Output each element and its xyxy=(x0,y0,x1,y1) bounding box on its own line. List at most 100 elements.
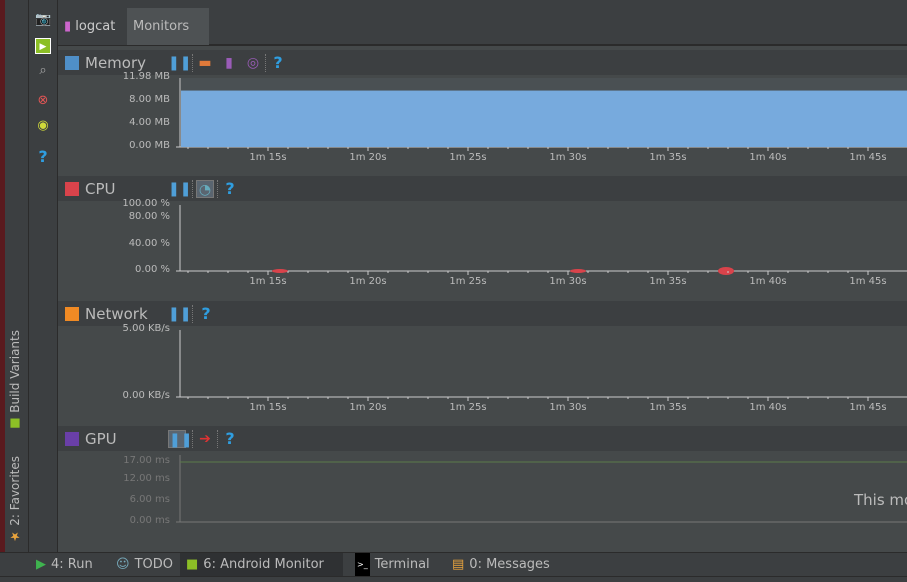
android-icon: ■ xyxy=(186,557,199,572)
x-tick-label: 1m 20s xyxy=(349,152,387,163)
tab-bar: ▮ logcat Monitors →• xyxy=(58,8,907,70)
tool-window-bar: ▶ 4: Run ☺ TODO ■ 6: Android Monitor >_ Term… xyxy=(0,552,907,576)
logcat-icon: ▮ xyxy=(64,19,72,34)
gpu-chart xyxy=(176,455,907,523)
allocation-tracker-icon[interactable]: ◎ xyxy=(244,54,262,72)
terminal-icon: >_ xyxy=(355,553,370,576)
help-icon[interactable]: ? xyxy=(35,149,51,165)
help-icon[interactable]: ? xyxy=(221,180,239,198)
x-tick-label: 1m 40s xyxy=(749,276,787,287)
build-variants-tab[interactable]: ■ Build Variants xyxy=(8,330,22,431)
terminate-app-icon[interactable]: ⊗ xyxy=(35,93,51,109)
tab-label: Monitors xyxy=(133,19,190,34)
gpu-title: GPU xyxy=(85,429,117,448)
network-title: Network xyxy=(85,304,148,323)
divider xyxy=(192,180,193,198)
gpu-icon xyxy=(65,431,79,446)
messages-icon: ▤ xyxy=(452,557,465,572)
cpu-icon xyxy=(65,181,79,196)
x-tick-label: 1m 25s xyxy=(449,152,487,163)
bottom-tab-run[interactable]: ▶ 4: Run xyxy=(30,553,99,576)
y-tick-label: 11.98 MB xyxy=(122,71,170,82)
tab-label: 4: Run xyxy=(51,557,93,572)
network-header: Network ❚❚? xyxy=(58,301,907,326)
y-tick-label: 0.00 % xyxy=(135,264,170,275)
y-tick-label: 12.00 ms xyxy=(123,472,170,484)
status-bar xyxy=(0,576,907,582)
y-tick-label: 17.00 ms xyxy=(123,455,170,466)
bottom-tab-todo[interactable]: ☺ TODO xyxy=(110,553,179,576)
cpu-title: CPU xyxy=(85,179,116,198)
x-tick-label: 1m 45s xyxy=(849,402,887,413)
divider xyxy=(192,54,193,72)
x-tick-label: 1m 25s xyxy=(449,402,487,413)
build-variants-label: Build Variants xyxy=(8,330,22,413)
x-tick-label: 1m 35s xyxy=(649,276,687,287)
x-tick-label: 1m 40s xyxy=(749,402,787,413)
tab-label: Terminal xyxy=(374,557,430,572)
gpu-toggle-icon[interactable]: ➔ xyxy=(196,430,214,448)
layout-inspector-icon[interactable]: ◉ xyxy=(35,118,51,134)
x-tick-label: 1m 40s xyxy=(749,152,787,163)
tab-monitors[interactable]: Monitors →• xyxy=(127,8,209,70)
tab-label: 6: Android Monitor xyxy=(203,557,324,572)
y-tick-label: 0.00 MB xyxy=(129,140,170,151)
x-tick-label: 1m 30s xyxy=(549,276,587,287)
memory-title: Memory xyxy=(85,53,147,72)
y-tick-label: 40.00 % xyxy=(128,237,170,249)
cpu-usage-mark xyxy=(570,269,586,273)
y-tick-label: 80.00 % xyxy=(128,211,170,223)
cpu-header: CPU ❚❚ ◔? xyxy=(58,176,907,201)
screen-record-icon[interactable]: ▶ xyxy=(35,38,51,54)
pause-icon[interactable]: ❚❚ xyxy=(168,305,191,323)
todo-icon: ☺ xyxy=(116,557,130,572)
help-icon[interactable]: ? xyxy=(221,430,239,448)
run-icon: ▶ xyxy=(36,557,46,572)
favorites-tab[interactable]: ★ 2: Favorites xyxy=(8,456,22,544)
x-tick-label: 1m 30s xyxy=(549,152,587,163)
monitor-toolbar: 📷 ▶ ⌕ ⊗ ◉ ? xyxy=(29,0,58,552)
y-tick-label: 6.00 ms xyxy=(129,493,170,505)
tab-logcat[interactable]: ▮ logcat xyxy=(58,8,127,45)
cpu-usage-mark xyxy=(718,267,734,275)
divider xyxy=(217,180,218,198)
screenshot-camera-icon[interactable]: 📷 xyxy=(35,12,51,28)
x-tick-label: 1m 15s xyxy=(249,152,287,163)
pause-icon[interactable]: ❚❚ xyxy=(168,430,192,448)
favorites-label: 2: Favorites xyxy=(8,456,22,526)
star-icon: ★ xyxy=(8,529,22,544)
memory-used-area xyxy=(181,90,907,147)
pause-icon[interactable]: ❚❚ xyxy=(168,54,191,72)
gc-icon[interactable]: ▬ xyxy=(196,54,214,72)
method-trace-icon[interactable]: ◔ xyxy=(196,180,214,198)
y-tick-label: 8.00 MB xyxy=(129,93,170,105)
bottom-tab-messages[interactable]: ▤ 0: Messages xyxy=(446,553,556,576)
tab-label: 0: Messages xyxy=(469,557,550,572)
x-tick-label: 1m 30s xyxy=(549,402,587,413)
help-icon[interactable]: ? xyxy=(269,54,287,72)
x-tick-label: 1m 20s xyxy=(349,276,387,287)
network-icon xyxy=(65,306,79,321)
system-information-icon[interactable]: ⌕ xyxy=(35,63,51,79)
dump-heap-icon[interactable]: ▮ xyxy=(220,54,238,72)
memory-header: Memory ❚❚ ▬ ▮ ◎? xyxy=(58,50,907,75)
cpu-usage-mark xyxy=(272,269,288,273)
bottom-tab-terminal[interactable]: >_ Terminal xyxy=(349,553,436,576)
divider xyxy=(192,430,193,448)
y-tick-label: 5.00 KB/s xyxy=(122,323,170,334)
y-tick-label: 4.00 MB xyxy=(129,116,170,128)
top-bar xyxy=(58,0,907,8)
memory-icon xyxy=(65,55,79,70)
y-tick-label: 0.00 ms xyxy=(129,515,170,526)
help-icon[interactable]: ? xyxy=(197,305,215,323)
divider xyxy=(217,430,218,448)
bottom-tab-android-monitor[interactable]: ■ 6: Android Monitor xyxy=(180,553,343,576)
tab-label: TODO xyxy=(134,557,173,572)
x-tick-label: 1m 45s xyxy=(849,152,887,163)
x-tick-label: 1m 15s xyxy=(249,402,287,413)
x-tick-label: 1m 15s xyxy=(249,276,287,287)
pause-icon[interactable]: ❚❚ xyxy=(168,180,191,198)
y-tick-label: 0.00 KB/s xyxy=(122,390,170,401)
x-tick-label: 1m 35s xyxy=(649,152,687,163)
divider xyxy=(265,54,266,72)
